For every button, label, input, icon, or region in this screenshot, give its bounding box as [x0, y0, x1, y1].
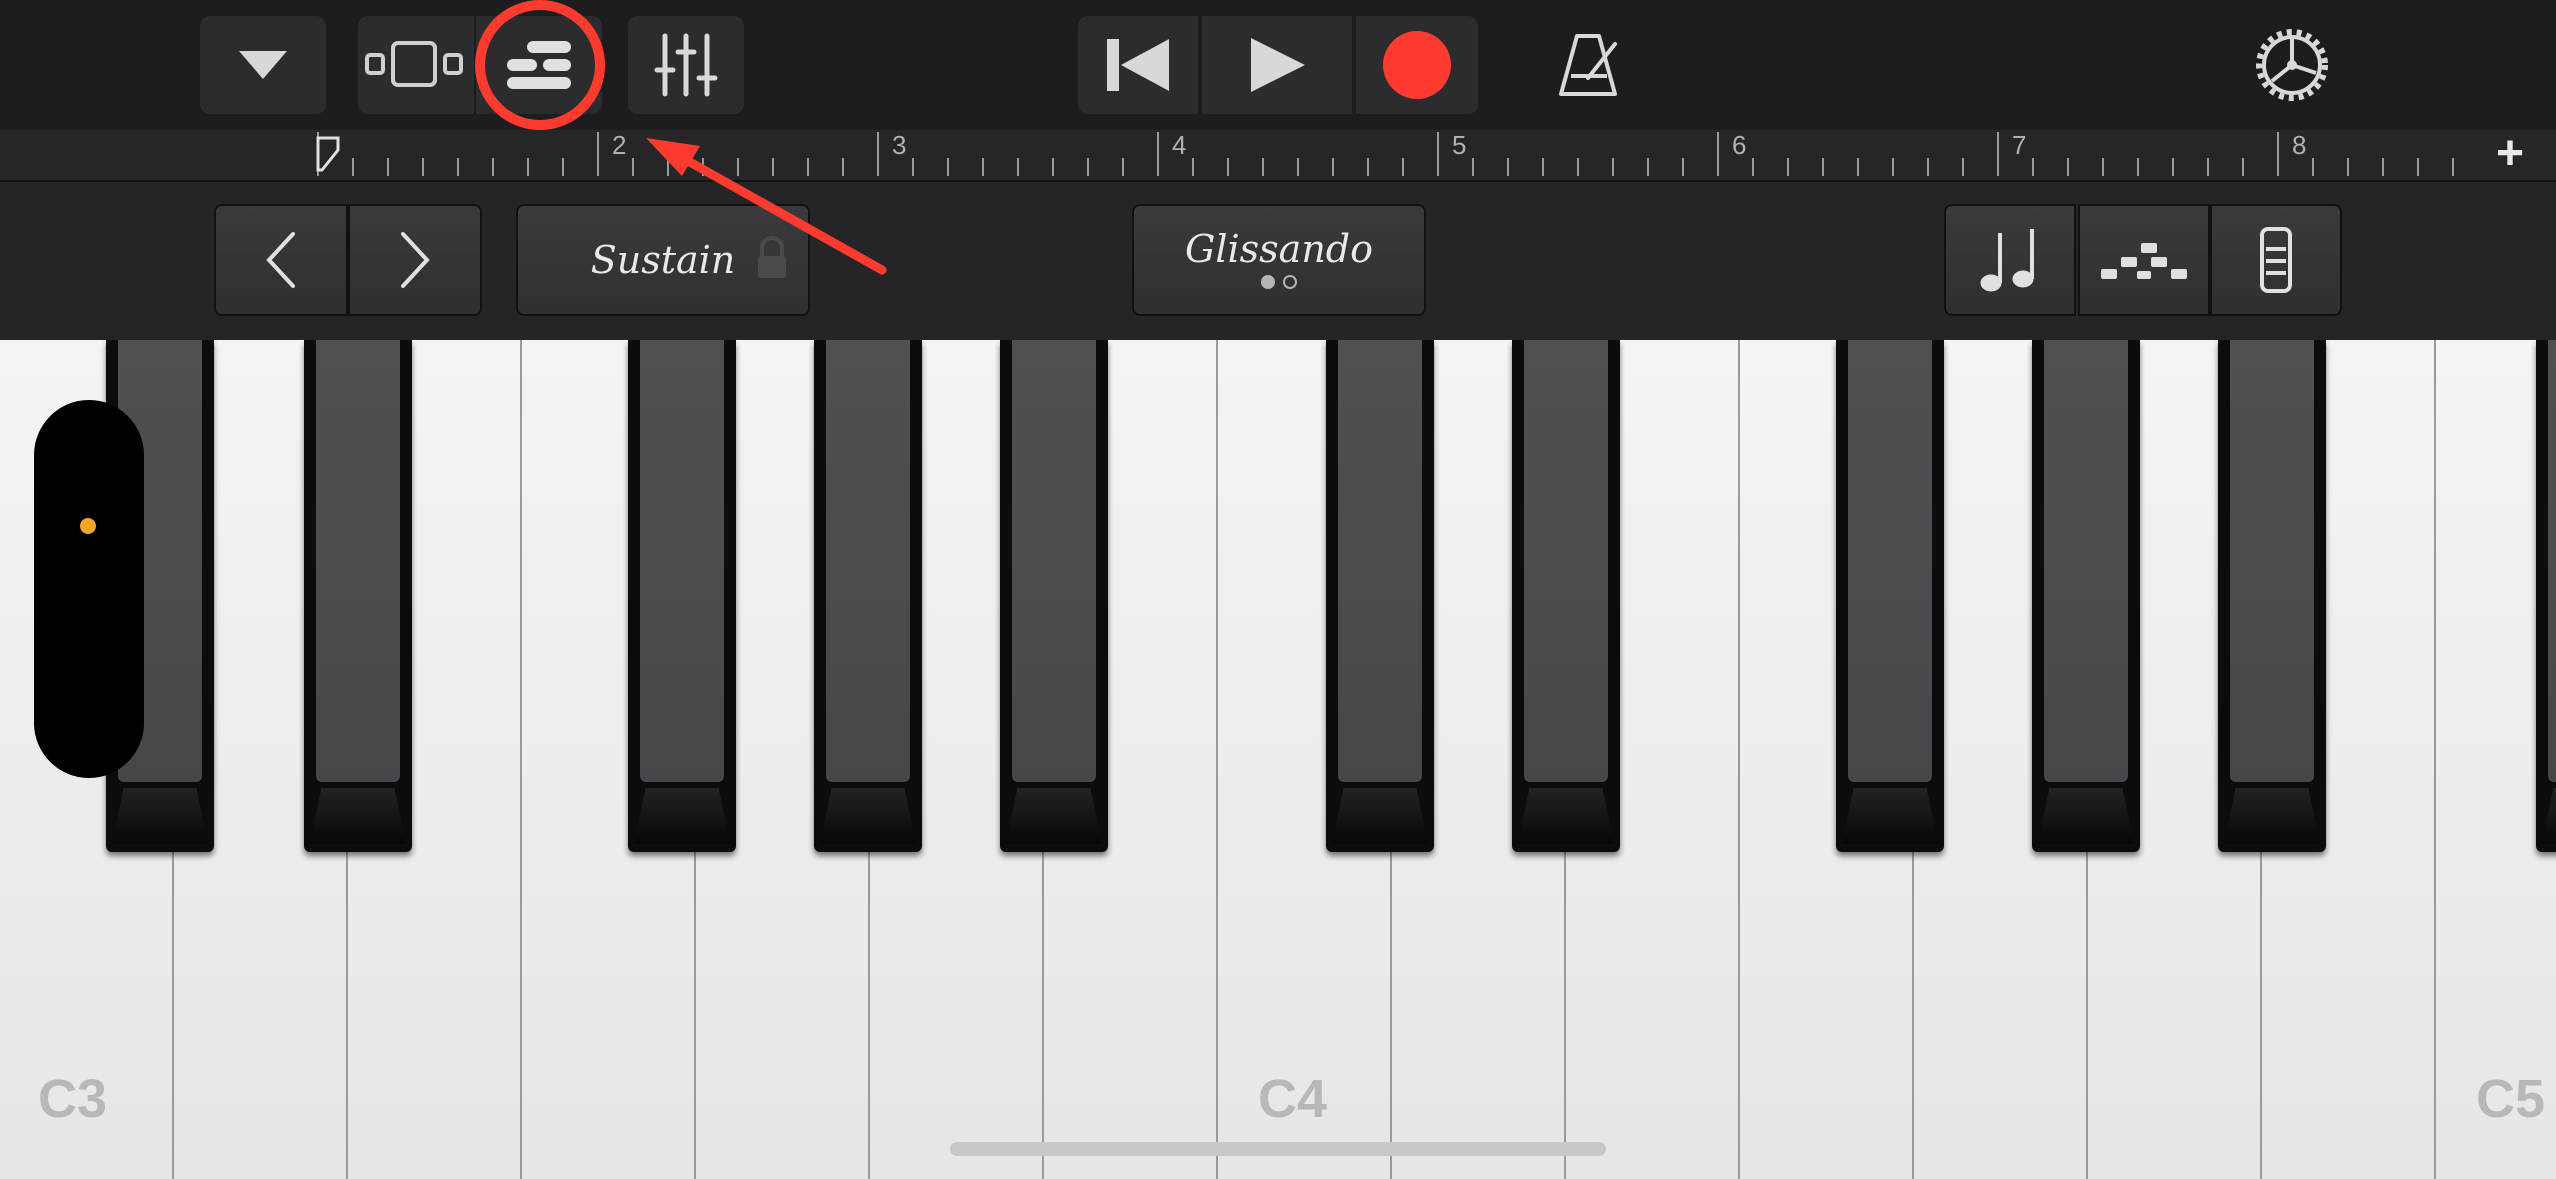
black-key[interactable]: [1326, 340, 1434, 852]
black-key[interactable]: [304, 340, 412, 852]
scale-dots-icon: [2101, 243, 2187, 279]
bar-number: 6: [1732, 130, 1747, 160]
black-key[interactable]: [2536, 340, 2556, 852]
key-label-c4: C4: [1258, 1069, 1328, 1129]
smart-controls-bar: Sustain Glissando: [0, 182, 2556, 342]
bar-number: 3: [892, 130, 907, 160]
skip-back-icon: [1107, 39, 1169, 91]
go-to-beginning-button[interactable]: [1078, 16, 1198, 114]
octave-up-button[interactable]: [348, 204, 482, 316]
bar-number: 4: [1172, 130, 1187, 160]
metronome-button[interactable]: [1530, 16, 1646, 114]
key-label-c3: C3: [38, 1069, 108, 1129]
play-icon: [1251, 38, 1305, 92]
tracks-view-button[interactable]: [358, 16, 474, 114]
piano-keyboard[interactable]: C3 C4 C5: [0, 340, 2556, 1179]
top-toolbar: [0, 0, 2556, 130]
page-dots-icon: [1261, 275, 1297, 289]
play-button[interactable]: [1202, 16, 1352, 114]
black-key[interactable]: [1836, 340, 1944, 852]
pitch-wheel[interactable]: [34, 400, 144, 778]
black-key[interactable]: [2218, 340, 2326, 852]
triangle-down-icon: [239, 51, 287, 79]
scale-button[interactable]: [2078, 204, 2210, 316]
keyboard-size-button[interactable]: [2210, 204, 2342, 316]
record-icon: [1383, 31, 1451, 99]
black-key[interactable]: [2032, 340, 2140, 852]
tracks-view-icon: [365, 41, 463, 87]
chevron-right-icon: [401, 232, 430, 288]
octave-down-button[interactable]: [214, 204, 348, 316]
arpeggiator-button[interactable]: [1944, 204, 2076, 316]
lock-icon[interactable]: [752, 234, 792, 284]
bar-number: 5: [1452, 130, 1467, 160]
pitch-wheel-indicator: [80, 518, 96, 534]
metronome-icon: [1559, 34, 1617, 96]
mixer-sliders-icon: [654, 33, 718, 97]
sustain-label: Sustain: [590, 238, 736, 282]
settings-button[interactable]: [2234, 16, 2350, 114]
chevron-left-icon: [266, 232, 295, 288]
timeline-ruler[interactable]: 2 3 4 5 6 7 8 +: [0, 127, 2556, 182]
gear-icon: [2256, 29, 2328, 101]
record-button[interactable]: [1356, 16, 1478, 114]
bar-number: 8: [2292, 130, 2307, 160]
mixer-button[interactable]: [628, 16, 744, 114]
add-section-button[interactable]: +: [2496, 126, 2524, 181]
home-indicator: [950, 1142, 1606, 1156]
glissando-label: Glissando: [1185, 227, 1373, 271]
smart-controls-icon: [507, 41, 571, 89]
ruler-ticks: [316, 132, 2454, 176]
sustain-control[interactable]: Sustain: [516, 204, 810, 316]
key-label-c5: C5: [2476, 1069, 2546, 1129]
navigation-dropdown-button[interactable]: [200, 16, 326, 114]
bar-number: 2: [612, 130, 627, 160]
bar-number: 7: [2012, 130, 2027, 160]
black-key[interactable]: [628, 340, 736, 852]
black-key[interactable]: [1000, 340, 1108, 852]
black-key[interactable]: [1512, 340, 1620, 852]
music-notes-icon: [1980, 229, 2034, 292]
smart-controls-button[interactable]: [476, 16, 602, 114]
keyboard-size-icon: [2260, 227, 2292, 293]
black-key[interactable]: [814, 340, 922, 852]
glissando-button[interactable]: Glissando: [1132, 204, 1426, 316]
playhead-marker-icon[interactable]: [316, 136, 340, 172]
